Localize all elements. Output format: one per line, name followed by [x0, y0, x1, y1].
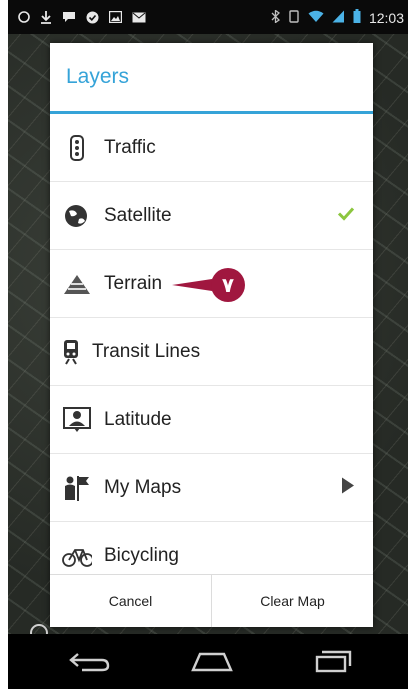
- battery-icon: [353, 9, 361, 26]
- submenu-arrow-icon: [341, 476, 355, 499]
- layer-label: Transit Lines: [92, 340, 201, 362]
- status-bar: 12:03: [8, 0, 408, 34]
- bicycle-icon: [62, 541, 92, 571]
- layer-label: Terrain: [104, 272, 163, 294]
- layer-item-transit-lines[interactable]: Transit Lines: [50, 318, 373, 386]
- globe-icon: [62, 201, 92, 231]
- circle-icon: [18, 11, 30, 26]
- train-icon: [56, 337, 86, 367]
- signal-icon: [332, 10, 345, 26]
- layer-item-bicycling[interactable]: Bicycling: [50, 522, 373, 576]
- image-icon: [108, 10, 123, 26]
- check-icon: [86, 11, 99, 27]
- wifi-icon: [308, 10, 324, 26]
- layer-label: Traffic: [104, 136, 156, 158]
- layer-label: Satellite: [104, 204, 172, 226]
- recents-icon[interactable]: [313, 648, 353, 679]
- terrain-icon: [62, 269, 92, 299]
- clear-map-button[interactable]: Clear Map: [211, 575, 373, 627]
- layer-label: My Maps: [104, 476, 182, 498]
- layer-list[interactable]: Traffic Satellite Terrain Transit Lines: [50, 114, 373, 576]
- person-badge-icon: [62, 405, 92, 435]
- rotate-icon: [288, 9, 300, 26]
- layer-label: Latitude: [104, 408, 172, 430]
- cancel-button[interactable]: Cancel: [50, 575, 211, 627]
- dialog-title: Layers: [50, 43, 373, 114]
- navigation-bar: [8, 634, 408, 689]
- layer-label: Bicycling: [104, 544, 179, 566]
- annotation-callout: ٧: [172, 266, 250, 304]
- clock: 12:03: [368, 9, 404, 26]
- layer-item-traffic[interactable]: Traffic: [50, 114, 373, 182]
- mail-icon: [132, 12, 146, 26]
- traffic-light-icon: [62, 133, 92, 163]
- layer-item-latitude[interactable]: Latitude: [50, 386, 373, 454]
- dialog-footer: Cancel Clear Map: [50, 574, 373, 627]
- layers-dialog: Layers Traffic Satellite Terrain Transit…: [50, 43, 373, 627]
- callout-number: ٧: [221, 273, 235, 297]
- download-icon: [40, 10, 52, 27]
- layer-item-my-maps[interactable]: My Maps: [50, 454, 373, 522]
- chat-icon: [62, 11, 76, 26]
- layer-item-satellite[interactable]: Satellite: [50, 182, 373, 250]
- my-maps-icon: [62, 473, 92, 503]
- bluetooth-icon: [271, 8, 280, 26]
- home-icon[interactable]: [190, 648, 234, 679]
- back-icon[interactable]: [68, 648, 112, 679]
- checkmark-icon: [337, 206, 355, 225]
